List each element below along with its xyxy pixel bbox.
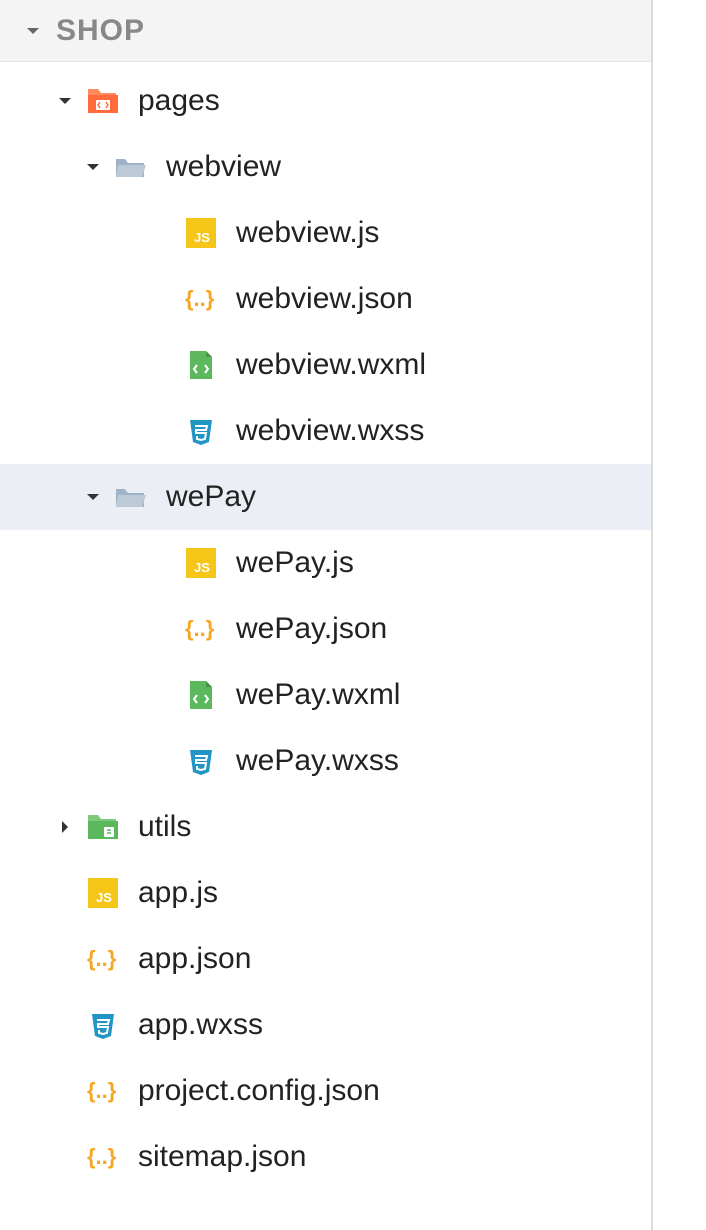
folder-code-icon	[86, 84, 120, 118]
chevron-down-icon	[24, 22, 42, 40]
folder-utils-icon	[86, 810, 120, 844]
file-explorer-sidebar: SHOP pages	[0, 0, 653, 1230]
json-file-icon: {..}	[86, 1140, 120, 1174]
wxml-file-icon	[184, 348, 218, 382]
file-label: app.wxss	[138, 1008, 263, 1042]
file-wepay-wxml[interactable]: wePay.wxml	[0, 662, 651, 728]
project-title: SHOP	[56, 14, 145, 48]
chevron-down-icon	[84, 158, 102, 176]
svg-text:{..}: {..}	[87, 1078, 117, 1103]
folder-open-icon	[114, 150, 148, 184]
file-label: wePay.wxss	[236, 744, 399, 778]
file-label: webview.wxss	[236, 414, 424, 448]
file-wepay-wxss[interactable]: wePay.wxss	[0, 728, 651, 794]
file-webview-wxss[interactable]: webview.wxss	[0, 398, 651, 464]
file-label: wePay.wxml	[236, 678, 400, 712]
folder-webview[interactable]: webview	[0, 134, 651, 200]
svg-text:{..}: {..}	[185, 286, 215, 311]
svg-text:JS: JS	[194, 560, 210, 575]
wxss-file-icon	[184, 744, 218, 778]
wxss-file-icon	[184, 414, 218, 448]
file-label: webview.json	[236, 282, 413, 316]
folder-pages[interactable]: pages	[0, 68, 651, 134]
svg-text:{..}: {..}	[87, 1144, 117, 1169]
folder-wepay[interactable]: wePay	[0, 464, 651, 530]
file-webview-wxml[interactable]: webview.wxml	[0, 332, 651, 398]
file-label: webview.js	[236, 216, 379, 250]
json-file-icon: {..}	[86, 942, 120, 976]
file-label: wePay.json	[236, 612, 387, 646]
explorer-header[interactable]: SHOP	[0, 0, 651, 62]
folder-label: wePay	[166, 480, 256, 514]
file-label: sitemap.json	[138, 1140, 306, 1174]
wxss-file-icon	[86, 1008, 120, 1042]
file-label: webview.wxml	[236, 348, 426, 382]
file-label: project.config.json	[138, 1074, 380, 1108]
file-webview-json[interactable]: {..} webview.json	[0, 266, 651, 332]
js-file-icon: JS	[184, 216, 218, 250]
file-label: app.json	[138, 942, 251, 976]
file-webview-js[interactable]: JS webview.js	[0, 200, 651, 266]
svg-text:{..}: {..}	[185, 616, 215, 641]
svg-text:JS: JS	[194, 230, 210, 245]
file-label: app.js	[138, 876, 218, 910]
file-app-json[interactable]: {..} app.json	[0, 926, 651, 992]
folder-label: webview	[166, 150, 281, 184]
file-project-config-json[interactable]: {..} project.config.json	[0, 1058, 651, 1124]
js-file-icon: JS	[86, 876, 120, 910]
folder-open-icon	[114, 480, 148, 514]
file-tree: pages webview JS webview.js	[0, 62, 651, 1190]
folder-label: pages	[138, 84, 220, 118]
chevron-down-icon	[56, 92, 74, 110]
svg-text:{..}: {..}	[87, 946, 117, 971]
json-file-icon: {..}	[184, 282, 218, 316]
file-sitemap-json[interactable]: {..} sitemap.json	[0, 1124, 651, 1190]
folder-utils[interactable]: utils	[0, 794, 651, 860]
json-file-icon: {..}	[86, 1074, 120, 1108]
file-app-wxss[interactable]: app.wxss	[0, 992, 651, 1058]
chevron-down-icon	[84, 488, 102, 506]
file-wepay-js[interactable]: JS wePay.js	[0, 530, 651, 596]
js-file-icon: JS	[184, 546, 218, 580]
folder-label: utils	[138, 810, 191, 844]
file-app-js[interactable]: JS app.js	[0, 860, 651, 926]
svg-text:JS: JS	[96, 890, 112, 905]
file-wepay-json[interactable]: {..} wePay.json	[0, 596, 651, 662]
wxml-file-icon	[184, 678, 218, 712]
chevron-right-icon	[56, 818, 74, 836]
file-label: wePay.js	[236, 546, 354, 580]
json-file-icon: {..}	[184, 612, 218, 646]
